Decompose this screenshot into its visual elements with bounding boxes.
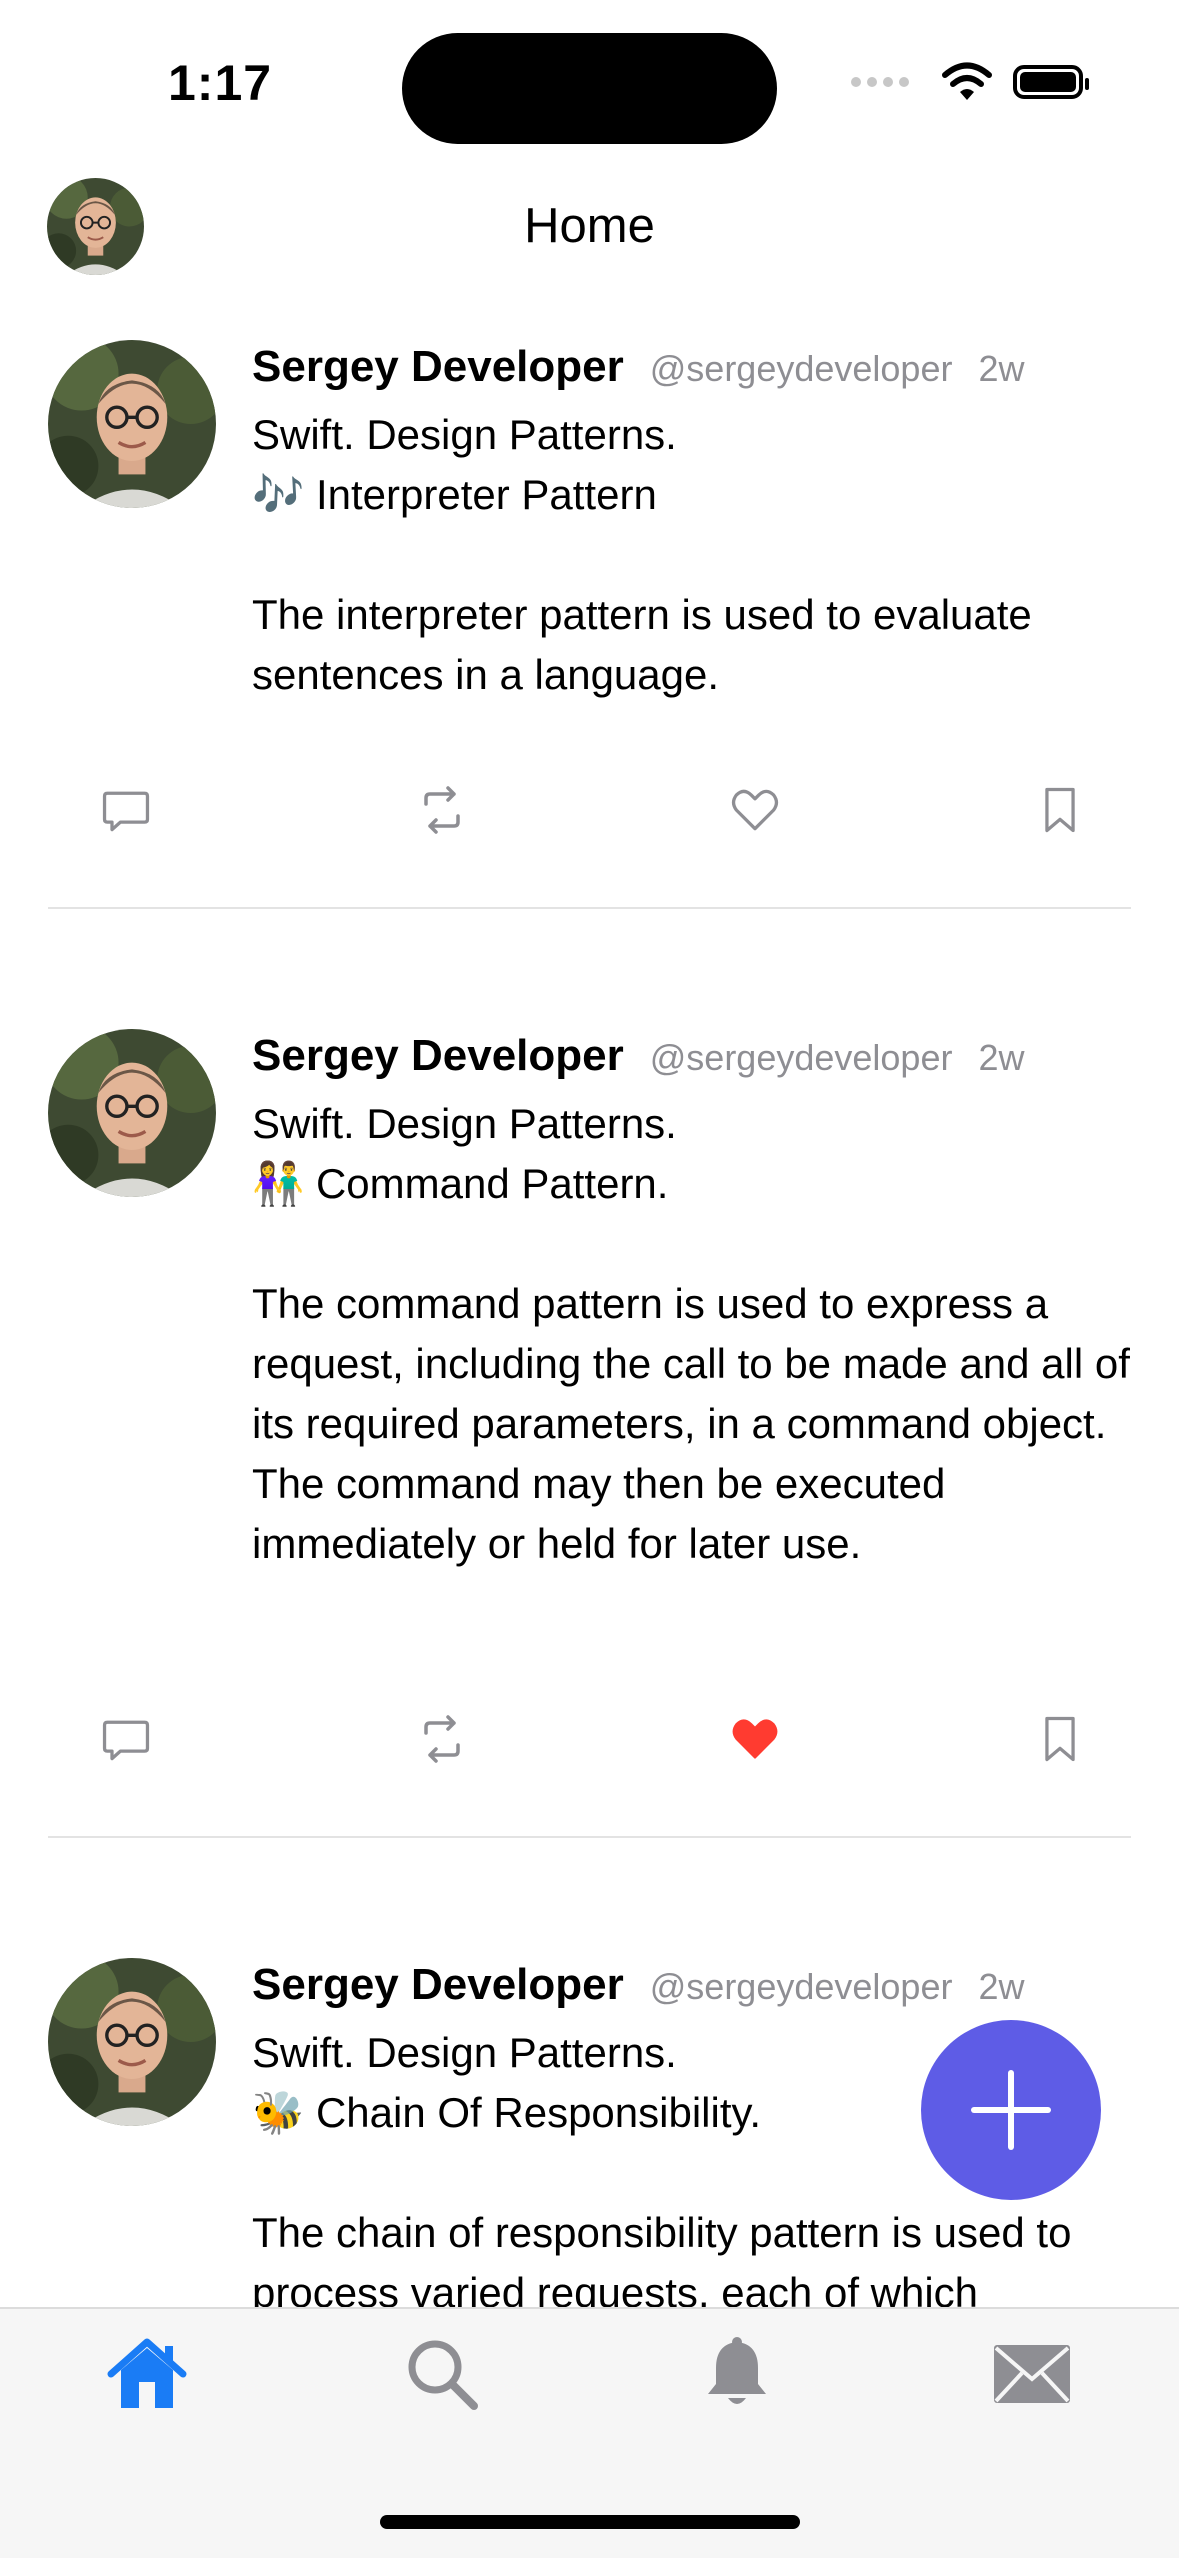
post-author: Sergey Developer: [252, 1031, 624, 1080]
heart-filled-icon: [727, 1711, 783, 1767]
post-author: Sergey Developer: [252, 1960, 624, 2009]
tab-notifications[interactable]: [692, 2329, 782, 2419]
page-title: Home: [524, 199, 655, 253]
speech-bubble-icon: [98, 782, 154, 838]
plus-icon: [971, 2070, 1051, 2150]
bookmark-icon: [1032, 782, 1088, 838]
envelope-icon: [994, 2345, 1070, 2403]
retweet-button[interactable]: [412, 1709, 472, 1769]
home-icon: [107, 2338, 187, 2408]
post-handle: @sergeydeveloper: [649, 348, 953, 389]
status-icons: [851, 62, 1089, 102]
speech-bubble-icon: [98, 1711, 154, 1767]
bell-icon: [708, 2337, 766, 2404]
reply-button[interactable]: [96, 780, 156, 840]
post-handle: @sergeydeveloper: [649, 1966, 953, 2007]
post-body: Swift. Design Patterns. 🎶 Interpreter Pa…: [252, 411, 1032, 698]
bookmark-icon: [1032, 1711, 1088, 1767]
status-time: 1:17: [168, 55, 273, 111]
retweet-icon: [412, 1709, 472, 1769]
cellular-icon: [851, 77, 909, 87]
post-avatar[interactable]: [48, 1029, 216, 1197]
post-body: Swift. Design Patterns. 👫 Command Patter…: [252, 1100, 1130, 1567]
retweet-button[interactable]: [412, 780, 472, 840]
post-handle: @sergeydeveloper: [649, 1037, 953, 1078]
post-divider: [48, 907, 1131, 909]
post-author: Sergey Developer: [252, 342, 624, 391]
post-avatar[interactable]: [48, 340, 216, 508]
dynamic-island: [402, 33, 777, 144]
wifi-icon: [942, 62, 992, 100]
tab-home[interactable]: [102, 2329, 192, 2419]
reply-button[interactable]: [96, 1709, 156, 1769]
post-avatar[interactable]: [48, 1958, 216, 2126]
post-actions: [0, 780, 1179, 840]
tab-search[interactable]: [397, 2329, 487, 2419]
post-divider: [48, 1836, 1131, 1838]
retweet-icon: [412, 780, 472, 840]
post-time: 2w: [978, 348, 1025, 389]
like-button[interactable]: [725, 780, 785, 840]
post-time: 2w: [978, 1037, 1025, 1078]
tab-messages[interactable]: [987, 2329, 1077, 2419]
heart-icon: [727, 782, 783, 838]
compose-button[interactable]: [921, 2020, 1101, 2200]
post-actions: [0, 1709, 1179, 1769]
post-time: 2w: [978, 1966, 1025, 2007]
home-indicator: [380, 2515, 800, 2529]
search-icon: [408, 2340, 478, 2410]
bookmark-button[interactable]: [1030, 1709, 1090, 1769]
bookmark-button[interactable]: [1030, 780, 1090, 840]
battery-icon: [1013, 65, 1089, 99]
like-button[interactable]: [725, 1709, 785, 1769]
